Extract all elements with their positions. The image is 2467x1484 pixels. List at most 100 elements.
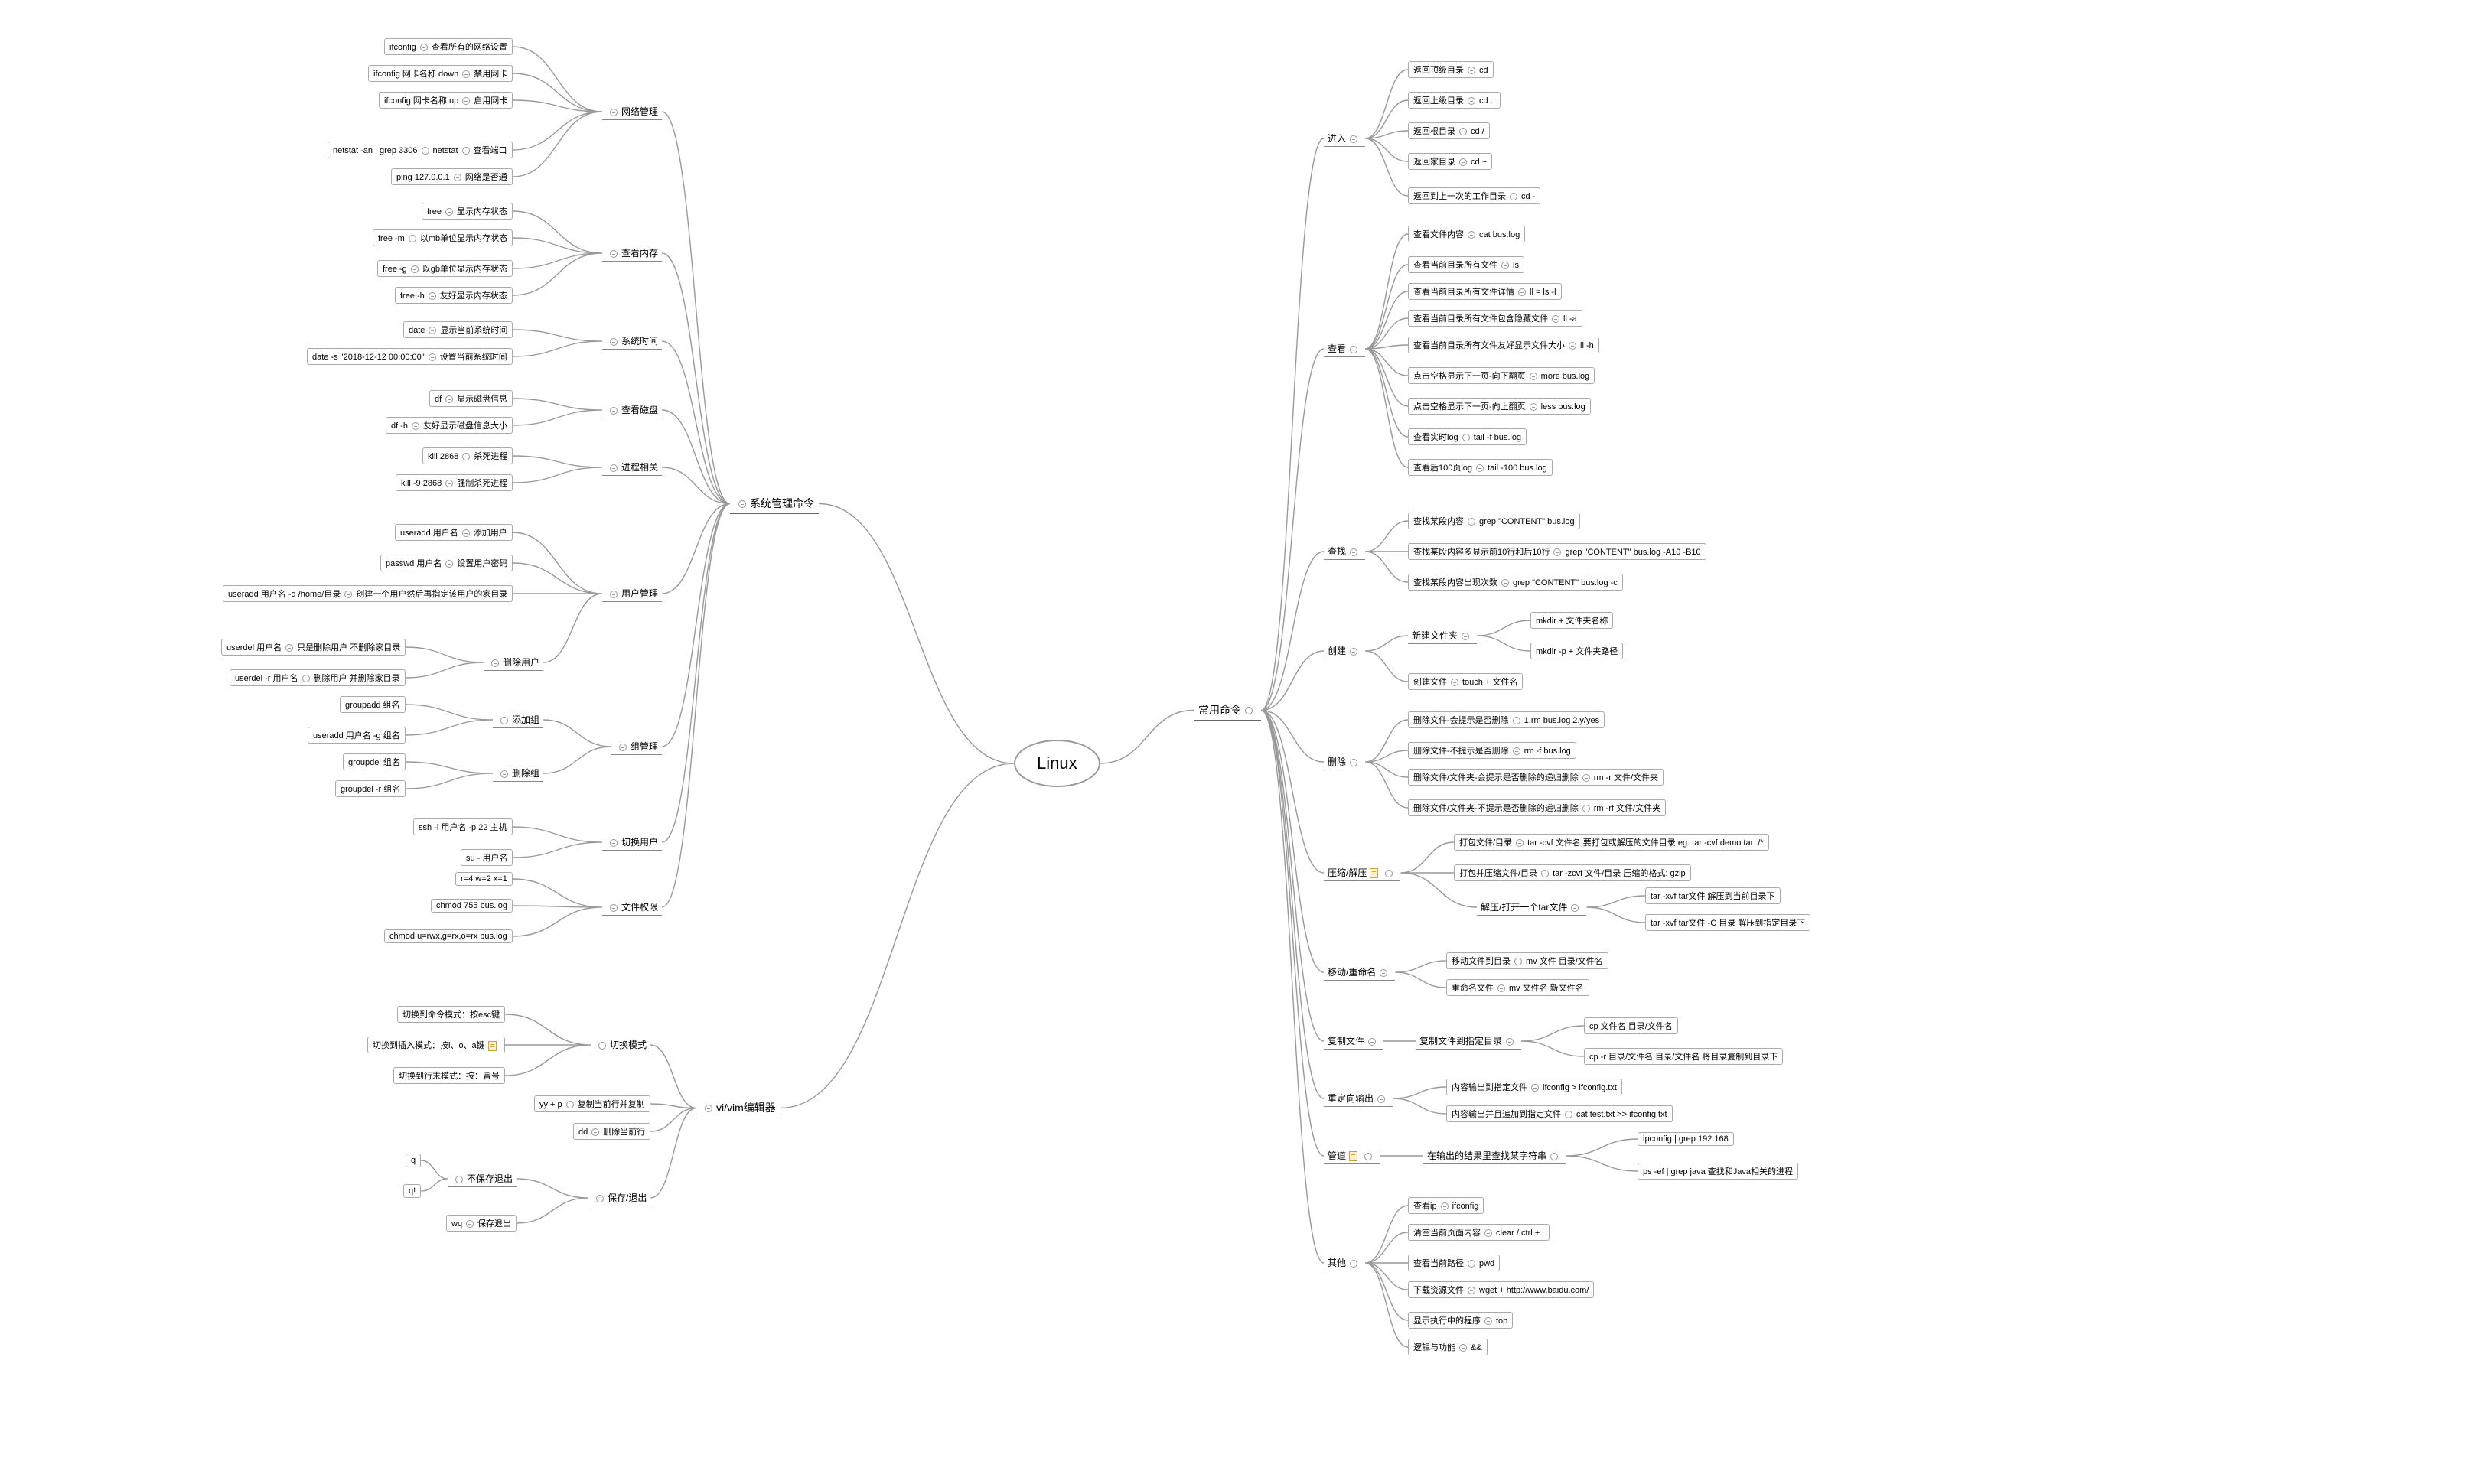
leaf-user-2[interactable]: useradd 用户名 -d /home/目录创建一个用户然后再指定该用户的家目… <box>223 585 513 602</box>
sub-su[interactable]: 切换用户 <box>602 834 662 851</box>
leaf-cp-0[interactable]: cp 文件名 目录/文件名 <box>1584 1017 1678 1034</box>
sub-find[interactable]: 查找 <box>1324 543 1365 560</box>
leaf-su-0[interactable]: ssh -l 用户名 -p 22 主机 <box>413 818 513 835</box>
sub-create[interactable]: 创建 <box>1324 643 1365 659</box>
leaf-nosave-1[interactable]: q! <box>403 1184 421 1198</box>
root-node[interactable]: Linux <box>1014 740 1100 787</box>
leaf-cd-0[interactable]: 返回顶级目录cd <box>1408 61 1494 78</box>
leaf-tar-0[interactable]: 打包文件/目录tar -cvf 文件名 要打包或解压的文件目录 eg. tar … <box>1454 834 1769 851</box>
leaf-disk-0[interactable]: df显示磁盘信息 <box>429 390 513 407</box>
branch-cmd[interactable]: 常用命令 <box>1194 700 1261 721</box>
leaf-su-1[interactable]: su - 用户名 <box>461 849 513 866</box>
leaf-pipe-1[interactable]: ps -ef | grep java 查找和Java相关的进程 <box>1638 1163 1798 1180</box>
leaf-mem-2[interactable]: free -g以gb单位显示内存状态 <box>377 260 513 277</box>
sub-mv[interactable]: 移动/重命名 <box>1324 964 1395 981</box>
leaf-net-d1[interactable]: ifconfig 网卡名称 down禁用网卡 <box>368 65 513 82</box>
leaf-yy[interactable]: yy + p复制当前行并复制 <box>534 1095 650 1112</box>
leaf-perm-0[interactable]: r=4 w=2 x=1 <box>455 872 513 886</box>
leaf-rd-1[interactable]: 内容输出并且追加到指定文件cat test.txt >> ifconfig.tx… <box>1446 1105 1673 1122</box>
sub-mode[interactable]: 切换模式 <box>591 1037 650 1053</box>
leaf-crtF-1[interactable]: mkdir -p + 文件夹路径 <box>1530 643 1623 659</box>
sub-nosave[interactable]: 不保存退出 <box>448 1170 517 1187</box>
leaf-perm-1[interactable]: chmod 755 bus.log <box>431 899 513 913</box>
sub-group-del[interactable]: 删除组 <box>493 765 543 782</box>
leaf-mode-0[interactable]: 切换到命令模式：按esc键 <box>397 1006 505 1023</box>
sub-mem[interactable]: 查看内存 <box>602 245 662 262</box>
sub-create-folder[interactable]: 新建文件夹 <box>1408 627 1477 644</box>
leaf-gadd-0[interactable]: groupadd 组名 <box>340 696 406 713</box>
leaf-cp-1[interactable]: cp -r 目录/文件名 目录/文件名 将目录复制到目录下 <box>1584 1048 1783 1065</box>
sub-pipe[interactable]: 管道 <box>1324 1147 1380 1164</box>
leaf-view-5[interactable]: 点击空格显示下一页-向下翻页more bus.log <box>1408 367 1595 384</box>
leaf-proc-1[interactable]: kill -9 2868强制杀死进程 <box>396 474 513 491</box>
leaf-mode-2[interactable]: 切换到行末模式：按：冒号 <box>393 1067 505 1084</box>
leaf-rm-0[interactable]: 删除文件-会提示是否删除1.rm bus.log 2.y/yes <box>1408 711 1605 728</box>
sub-cp[interactable]: 复制文件 <box>1324 1033 1383 1050</box>
leaf-net-d2[interactable]: ifconfig 网卡名称 up启用网卡 <box>379 92 513 109</box>
leaf-rm-1[interactable]: 删除文件-不提示是否删除rm -f bus.log <box>1408 742 1576 759</box>
leaf-disk-1[interactable]: df -h友好显示磁盘信息大小 <box>386 417 513 434</box>
leaf-untar-0[interactable]: tar -xvf tar文件 解压到当前目录下 <box>1645 887 1781 904</box>
leaf-view-6[interactable]: 点击空格显示下一页-向上翻页less bus.log <box>1408 398 1591 415</box>
leaf-mode-1[interactable]: 切换到插入模式：按i、o、a键 <box>367 1037 505 1053</box>
leaf-view-4[interactable]: 查看当前目录所有文件友好显示文件大小ll -h <box>1408 337 1599 353</box>
leaf-gadd-1[interactable]: useradd 用户名 -g 组名 <box>308 727 406 744</box>
sub-tar[interactable]: 压缩/解压 <box>1324 864 1400 881</box>
sub-other[interactable]: 其他 <box>1324 1255 1365 1271</box>
leaf-rm-2[interactable]: 删除文件/文件夹-会提示是否删除的递归删除rm -r 文件/文件夹 <box>1408 769 1664 786</box>
toggle-icon[interactable] <box>610 109 618 116</box>
sub-save[interactable]: 保存/退出 <box>588 1189 650 1206</box>
leaf-pipe-0[interactable]: ipconfig | grep 192.168 <box>1638 1132 1734 1146</box>
leaf-cd-1[interactable]: 返回上级目录cd .. <box>1408 92 1501 109</box>
leaf-oth-3[interactable]: 下载资源文件wget + http://www.baidu.com/ <box>1408 1281 1594 1298</box>
leaf-mv-1[interactable]: 重命名文件mv 文件名 新文件名 <box>1446 979 1589 996</box>
leaf-view-1[interactable]: 查看当前目录所有文件ls <box>1408 256 1524 273</box>
leaf-mem-3[interactable]: free -h友好显示内存状态 <box>395 287 513 304</box>
leaf-oth-4[interactable]: 显示执行中的程序top <box>1408 1312 1513 1329</box>
sub-group-add[interactable]: 添加组 <box>493 711 543 728</box>
branch-sys[interactable]: 系统管理命令 <box>730 493 819 514</box>
leaf-oth-5[interactable]: 逻辑与功能&& <box>1408 1339 1488 1355</box>
sub-disk[interactable]: 查看磁盘 <box>602 402 662 418</box>
leaf-cd-3[interactable]: 返回家目录cd ~ <box>1408 153 1492 170</box>
leaf-view-7[interactable]: 查看实时logtail -f bus.log <box>1408 428 1527 445</box>
leaf-gdel-0[interactable]: groupdel 组名 <box>343 753 406 770</box>
leaf-userdel-1[interactable]: userdel -r 用户名删除用户 并删除家目录 <box>230 669 406 686</box>
sub-rm[interactable]: 删除 <box>1324 753 1365 770</box>
sub-view[interactable]: 查看 <box>1324 340 1365 357</box>
sub-time[interactable]: 系统时间 <box>602 333 662 350</box>
leaf-nosave-0[interactable]: q <box>406 1154 421 1167</box>
leaf-gdel-1[interactable]: groupdel -r 组名 <box>335 780 406 797</box>
leaf-userdel-0[interactable]: userdel 用户名只是删除用户 不删除家目录 <box>221 639 406 656</box>
leaf-view-3[interactable]: 查看当前目录所有文件包含隐藏文件ll -a <box>1408 310 1582 327</box>
leaf-perm-2[interactable]: chmod u=rwx,g=rx,o=rx bus.log <box>384 929 513 943</box>
leaf-mem-1[interactable]: free -m以mb单位显示内存状态 <box>373 229 513 246</box>
leaf-mem-0[interactable]: free显示内存状态 <box>422 203 513 220</box>
sub-cp-sub[interactable]: 复制文件到指定目录 <box>1416 1033 1521 1050</box>
leaf-mv-0[interactable]: 移动文件到目录mv 文件 目录/文件名 <box>1446 952 1608 969</box>
leaf-find-2[interactable]: 查找某段内容出现次数grep "CONTENT" bus.log -c <box>1408 574 1623 591</box>
leaf-cd-4[interactable]: 返回到上一次的工作目录cd - <box>1408 187 1540 204</box>
leaf-time-1[interactable]: date -s "2018-12-12 00:00:00"设置当前系统时间 <box>307 348 513 365</box>
sub-net[interactable]: 网络管理 <box>602 103 662 120</box>
leaf-crt-file[interactable]: 创建文件touch + 文件名 <box>1408 673 1523 690</box>
leaf-view-0[interactable]: 查看文件内容cat bus.log <box>1408 226 1525 242</box>
leaf-oth-0[interactable]: 查看ipifconfig <box>1408 1197 1484 1214</box>
leaf-tar-1[interactable]: 打包并压缩文件/目录tar -zcvf 文件/目录 压缩的格式: gzip <box>1454 864 1691 881</box>
leaf-net-d4[interactable]: ping 127.0.0.1网络是否通 <box>391 168 513 185</box>
leaf-view-2[interactable]: 查看当前目录所有文件详情ll = ls -l <box>1408 283 1562 300</box>
leaf-cd-2[interactable]: 返回根目录cd / <box>1408 122 1490 139</box>
leaf-time-0[interactable]: date显示当前系统时间 <box>403 321 513 338</box>
leaf-user-1[interactable]: passwd 用户名设置用户密码 <box>380 555 513 571</box>
sub-user[interactable]: 用户管理 <box>602 585 662 602</box>
sub-cd[interactable]: 进入 <box>1324 130 1365 147</box>
leaf-oth-1[interactable]: 清空当前页面内容clear / ctrl + l <box>1408 1224 1550 1241</box>
sub-group[interactable]: 组管理 <box>611 738 662 755</box>
sub-perm[interactable]: 文件权限 <box>602 899 662 916</box>
branch-vi[interactable]: vi/vim编辑器 <box>696 1098 781 1118</box>
leaf-proc-0[interactable]: kill 2868杀死进程 <box>422 447 513 464</box>
leaf-rd-0[interactable]: 内容输出到指定文件ifconfig > ifconfig.txt <box>1446 1079 1622 1095</box>
sub-userdel[interactable]: 删除用户 <box>484 654 543 671</box>
sub-proc[interactable]: 进程相关 <box>602 459 662 476</box>
toggle-icon[interactable] <box>738 500 746 508</box>
